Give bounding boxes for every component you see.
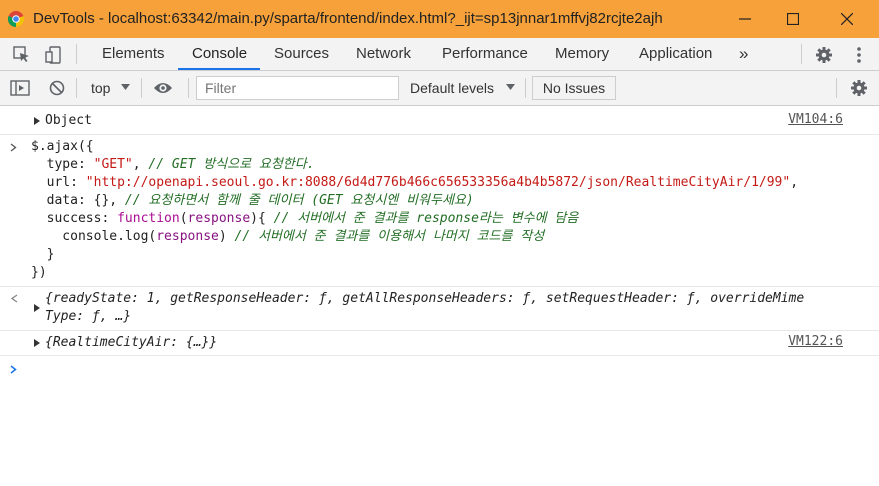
window-titlebar: DevTools - localhost:63342/main.py/spart… bbox=[0, 0, 879, 38]
tabbar-divider-right bbox=[801, 44, 802, 64]
settings-button[interactable] bbox=[814, 45, 834, 65]
device-toolbar-button[interactable] bbox=[44, 45, 64, 65]
tab-performance[interactable]: Performance bbox=[442, 38, 528, 70]
expand-triangle-icon[interactable] bbox=[34, 304, 40, 312]
gear-icon bbox=[851, 80, 867, 96]
active-tab-indicator bbox=[178, 68, 260, 70]
log-levels-dropdown[interactable]: Default levels bbox=[410, 71, 520, 106]
console-prompt[interactable] bbox=[0, 356, 879, 384]
chrome-icon bbox=[8, 11, 24, 27]
code-line-7: } bbox=[31, 247, 55, 262]
device-mode-icon bbox=[45, 46, 61, 64]
result-line-2: Type: ƒ, …} bbox=[45, 309, 132, 324]
filter-input[interactable]: Filter bbox=[196, 76, 399, 100]
tab-elements[interactable]: Elements bbox=[102, 38, 165, 70]
minimize-button[interactable] bbox=[720, 0, 770, 38]
result-line-1: {readyState: 1, getResponseHeader: ƒ, ge… bbox=[45, 291, 805, 306]
close-icon bbox=[841, 13, 853, 25]
toolbar-divider bbox=[76, 78, 77, 98]
toolbar-divider-5 bbox=[836, 78, 837, 98]
tab-memory[interactable]: Memory bbox=[555, 38, 609, 70]
toolbar-divider-2 bbox=[141, 78, 142, 98]
eye-icon bbox=[154, 83, 172, 93]
inspect-cursor-icon bbox=[13, 46, 29, 62]
window-title: DevTools - localhost:63342/main.py/spart… bbox=[33, 10, 663, 27]
code-line-3: url: "http://openapi.seoul.go.kr:8088/6d… bbox=[31, 175, 799, 190]
tab-console[interactable]: Console bbox=[192, 38, 247, 70]
console-result[interactable]: {readyState: 1, getResponseHeader: ƒ, ge… bbox=[0, 287, 879, 331]
customize-menu-button[interactable] bbox=[849, 45, 869, 65]
tab-network[interactable]: Network bbox=[356, 38, 411, 70]
gear-icon bbox=[816, 47, 832, 63]
toolbar-divider-4 bbox=[525, 78, 526, 98]
kebab-menu-icon bbox=[857, 47, 861, 63]
code-line-6: console.log(response) // 서버에서 준 결과를 이용해서… bbox=[31, 229, 545, 244]
code-line-2: type: "GET", // GET 방식으로 요청한다. bbox=[31, 157, 315, 172]
dropdown-arrow-icon bbox=[121, 84, 130, 90]
log-levels-label: Default levels bbox=[410, 80, 495, 96]
code-line-5: success: function(response){ // 서버에서 준 결… bbox=[31, 211, 579, 226]
expand-triangle-icon[interactable] bbox=[34, 117, 40, 125]
maximize-icon bbox=[787, 13, 799, 25]
live-expression-button[interactable] bbox=[153, 78, 173, 98]
console-settings-button[interactable] bbox=[849, 78, 869, 98]
object-label: Object bbox=[45, 113, 92, 128]
tab-application[interactable]: Application bbox=[639, 38, 712, 70]
close-button[interactable] bbox=[822, 0, 872, 38]
tabbar-divider bbox=[76, 44, 77, 64]
code-line-8: }) bbox=[31, 265, 47, 280]
expand-triangle-icon[interactable] bbox=[34, 339, 40, 347]
console-output: Object VM104:6 $.ajax({ type: "GET", // … bbox=[0, 106, 879, 486]
clear-console-button[interactable] bbox=[47, 78, 67, 98]
toolbar-divider-3 bbox=[188, 78, 189, 98]
show-sidebar-button[interactable] bbox=[10, 78, 30, 98]
dropdown-arrow-icon bbox=[506, 84, 515, 90]
input-chevron-icon bbox=[10, 143, 17, 152]
sidebar-toggle-icon bbox=[10, 80, 30, 96]
clear-icon bbox=[49, 80, 65, 96]
source-link[interactable]: VM104:6 bbox=[788, 112, 843, 127]
source-link[interactable]: VM122:6 bbox=[788, 334, 843, 349]
devtools-tabbar: Elements Console Sources Network Perform… bbox=[0, 38, 879, 71]
tab-sources[interactable]: Sources bbox=[274, 38, 329, 70]
maximize-button[interactable] bbox=[768, 0, 818, 38]
realtime-city-air-label: {RealtimeCityAir: {…}} bbox=[45, 335, 218, 350]
issues-button[interactable]: No Issues bbox=[532, 76, 616, 100]
inspect-element-button[interactable] bbox=[12, 45, 32, 65]
context-selector-label: top bbox=[91, 80, 111, 96]
minimize-icon bbox=[739, 18, 751, 20]
more-tabs-button[interactable]: » bbox=[739, 38, 748, 70]
prompt-chevron-icon bbox=[10, 365, 17, 374]
console-message-object[interactable]: Object VM104:6 bbox=[0, 106, 879, 135]
console-input-block: $.ajax({ type: "GET", // GET 방식으로 요청한다. … bbox=[0, 135, 879, 287]
result-return-icon bbox=[10, 294, 18, 303]
code-line-4: data: {}, // 요청하면서 함께 줄 데이터 (GET 요청시엔 비워… bbox=[31, 193, 474, 208]
console-message-realtime-city-air[interactable]: {RealtimeCityAir: {…}} VM122:6 bbox=[0, 331, 879, 356]
code-line-1: $.ajax({ bbox=[31, 139, 94, 154]
